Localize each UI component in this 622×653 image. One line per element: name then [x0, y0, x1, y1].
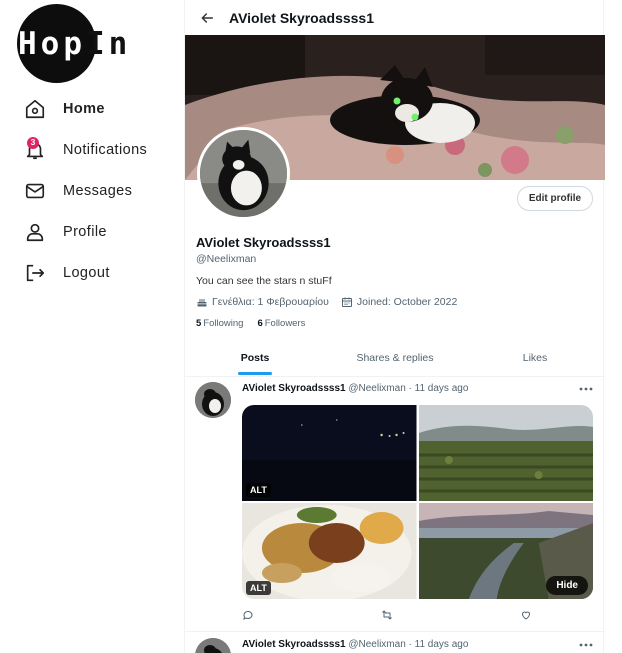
profile-info: AViolet Skyroadssss1 @Neelixman You can … [196, 235, 596, 329]
reply-icon[interactable] [242, 609, 254, 621]
followers-link[interactable]: 6 Followers [257, 318, 305, 329]
tab-shares-replies[interactable]: Shares & replies [325, 340, 465, 376]
profile-meta: Γενέθλια: 1 Φεβρουαρίου Joined: October … [196, 296, 596, 308]
profile-header: AViolet Skyroadssss1 [185, 0, 603, 35]
envelope-icon [22, 178, 48, 204]
alt-badge[interactable]: ALT [246, 483, 271, 497]
sidebar-item-label: Notifications [63, 141, 148, 158]
profile-handle: @Neelixman [196, 253, 257, 265]
follow-stats: 5 Following 6 Followers [196, 318, 596, 329]
post-author[interactable]: AViolet Skyroadssss1 [242, 639, 346, 650]
sidebar-item-label: Home [63, 100, 105, 117]
media-orchard[interactable] [418, 405, 593, 501]
post-header: AViolet Skyroadssss1 @Neelixman · 11 day… [242, 639, 468, 650]
joined-text: Joined: October 2022 [356, 296, 458, 308]
logo-text: HopIn [18, 26, 132, 62]
tab-likes[interactable]: Likes [465, 340, 605, 376]
alt-badge[interactable]: ALT [246, 581, 271, 595]
media-river-valley[interactable]: Hide [418, 503, 593, 599]
calendar-icon [341, 297, 352, 307]
media-food[interactable]: ALT [242, 503, 417, 599]
nav-menu: Home 3 Notifications Messages Profile Lo… [22, 95, 147, 300]
notification-badge: 3 [27, 136, 39, 149]
sidebar-item-home[interactable]: Home [22, 95, 147, 122]
post-header: AViolet Skyroadssss1 @Neelixman · 11 day… [242, 383, 468, 394]
media-night-lights[interactable]: ALT [242, 405, 417, 501]
tab-posts[interactable]: Posts [185, 340, 325, 376]
sidebar-item-logout[interactable]: Logout [22, 259, 147, 286]
home-icon [22, 96, 48, 122]
sidebar-item-messages[interactable]: Messages [22, 177, 147, 204]
avatar[interactable] [195, 382, 231, 418]
more-options-icon[interactable] [579, 642, 593, 648]
post-meta: @Neelixman · 11 days ago [348, 383, 469, 394]
logo[interactable]: HopIn [16, 4, 140, 84]
birthday-text: Γενέθλια: 1 Φεβρουαρίου [212, 296, 329, 308]
profile-tabs: Posts Shares & replies Likes [185, 340, 605, 377]
following-link[interactable]: 5 Following [196, 318, 243, 329]
profile-bio: You can see the stars n stuFf [196, 275, 332, 287]
sidebar: HopIn Home 3 Notifications Messages Prof… [0, 0, 184, 653]
post-author[interactable]: AViolet Skyroadssss1 [242, 383, 346, 394]
sidebar-item-label: Profile [63, 223, 107, 240]
sidebar-item-label: Messages [63, 182, 133, 199]
sidebar-item-notifications[interactable]: 3 Notifications [22, 136, 147, 163]
profile-avatar[interactable] [197, 127, 290, 220]
share-icon[interactable] [381, 609, 393, 621]
profile-column: AViolet Skyroadssss1 Edit profile AViole… [184, 0, 605, 653]
like-icon[interactable] [520, 609, 532, 621]
sidebar-item-profile[interactable]: Profile [22, 218, 147, 245]
post-media-grid: ALT ALT Hide [242, 405, 593, 599]
hide-media-button[interactable]: Hide [546, 576, 588, 595]
arrow-left-icon[interactable] [199, 10, 215, 26]
user-icon [22, 219, 48, 245]
post-meta: @Neelixman · 11 days ago [348, 639, 469, 650]
cake-icon [197, 299, 207, 307]
more-options-icon[interactable] [579, 386, 593, 392]
bell-icon: 3 [22, 136, 48, 163]
logout-icon [22, 260, 48, 286]
page-title: AViolet Skyroadssss1 [229, 9, 375, 26]
post-actions [242, 609, 532, 621]
avatar[interactable] [195, 638, 231, 653]
post-item[interactable]: AViolet Skyroadssss1 @Neelixman · 11 day… [185, 377, 605, 632]
post-item[interactable]: AViolet Skyroadssss1 @Neelixman · 11 day… [185, 633, 605, 653]
sidebar-item-label: Logout [63, 264, 110, 281]
display-name: AViolet Skyroadssss1 [196, 235, 331, 250]
edit-profile-button[interactable]: Edit profile [517, 186, 593, 211]
